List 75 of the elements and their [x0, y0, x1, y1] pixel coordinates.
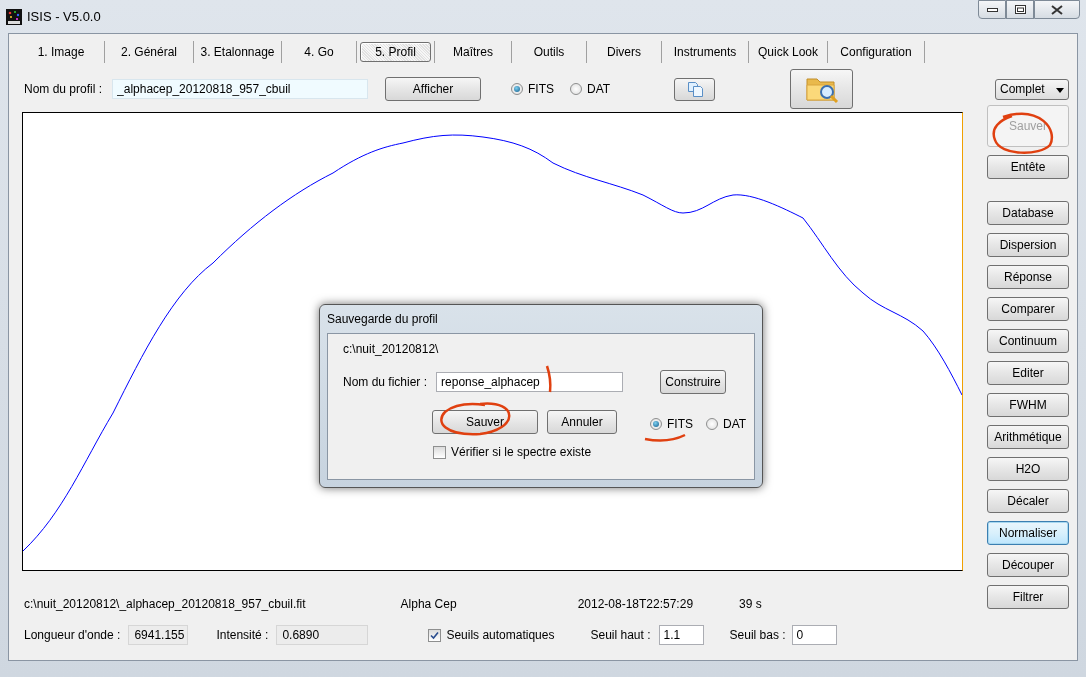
checkmark-icon — [430, 630, 440, 640]
side-button[interactable]: Editer — [987, 361, 1069, 385]
build-button[interactable]: Construire — [660, 370, 727, 394]
high-threshold-field[interactable]: 1.1 — [658, 625, 704, 645]
high-threshold-label: Seuil haut : — [590, 628, 651, 642]
dropdown-caret-icon — [1056, 88, 1064, 93]
tab[interactable]: 1. Image — [32, 41, 90, 62]
profile-name-label: Nom du profil : — [24, 82, 103, 96]
file-path-text: c:\nuit_20120812\_alphacep_20120818_957_cbuil.fit — [24, 597, 306, 611]
side-button[interactable]: Normaliser — [987, 521, 1069, 545]
minimize-icon — [986, 7, 998, 12]
app-logo-icon — [6, 8, 22, 25]
annotation-mark — [545, 365, 552, 393]
maximize-button[interactable] — [1006, 0, 1034, 19]
copy-button[interactable] — [674, 77, 716, 101]
file-name-field[interactable]: reponse_alphacep — [436, 372, 624, 392]
side-button[interactable]: H2O — [987, 457, 1069, 481]
tab[interactable]: Divers — [602, 41, 646, 62]
radio-button[interactable] — [706, 417, 718, 430]
file-name-label: Nom du fichier : — [343, 375, 428, 389]
tab[interactable]: 3. Etalonnage — [195, 41, 280, 62]
wavelength-label: Longueur d'onde : — [24, 628, 121, 642]
side-button[interactable]: Dispersion — [987, 233, 1069, 257]
object-name-text: Alpha Cep — [400, 597, 457, 611]
tab[interactable]: Configuration — [835, 41, 917, 62]
tab[interactable]: 5. Profil — [360, 41, 431, 62]
checkbox[interactable] — [428, 628, 442, 642]
documents-icon — [686, 81, 703, 97]
intensity-value: 0.6890 — [276, 625, 369, 645]
tab[interactable]: Maîtres — [448, 41, 498, 62]
intensity-label: Intensité : — [216, 628, 269, 642]
low-threshold-field[interactable]: 0 — [791, 625, 837, 645]
checkbox[interactable] — [433, 445, 446, 459]
tab[interactable]: 4. Go — [299, 41, 339, 62]
maximize-icon — [1014, 5, 1026, 14]
format-label: FITS — [667, 416, 693, 431]
tab[interactable]: Quick Look — [753, 41, 823, 62]
cancel-button[interactable]: Annuler — [547, 410, 617, 434]
auto-thresholds-label: Seuils automatiques — [446, 628, 555, 642]
wavelength-value: 6941.155 — [128, 625, 189, 645]
side-button[interactable]: Réponse — [987, 265, 1069, 289]
display-button[interactable]: Afficher — [385, 77, 482, 101]
exposure-text: 39 s — [739, 597, 762, 611]
dialog-title: Sauvegarde du profil — [327, 311, 439, 328]
side-button[interactable]: Entête — [987, 155, 1069, 179]
side-button[interactable]: Comparer — [987, 297, 1069, 321]
view-dropdown[interactable]: Complet — [995, 78, 1069, 100]
format-label: DAT — [723, 416, 747, 431]
format-label: FITS — [528, 82, 555, 96]
side-button[interactable]: Filtrer — [987, 585, 1069, 609]
side-button[interactable]: Database — [987, 201, 1069, 225]
format-label: DAT — [587, 82, 611, 96]
low-threshold-label: Seuil bas : — [729, 628, 786, 642]
verify-label: Vérifier si le spectre existe — [451, 445, 592, 459]
tab[interactable]: Instruments — [668, 41, 742, 62]
minimize-button[interactable] — [978, 0, 1006, 19]
tab[interactable]: Outils — [528, 41, 570, 62]
tab[interactable]: 2. Général — [115, 41, 182, 62]
profile-name-field[interactable]: _alphacep_20120818_957_cbuil — [112, 79, 369, 99]
radio-button[interactable] — [570, 83, 583, 95]
side-button[interactable]: Découper — [987, 553, 1069, 577]
radio-button[interactable] — [650, 417, 662, 430]
close-icon — [1051, 4, 1063, 15]
date-text: 2012-08-18T22:57:29 — [577, 597, 694, 611]
side-button[interactable]: Arithmétique — [987, 425, 1069, 449]
close-button[interactable] — [1034, 0, 1080, 19]
side-button[interactable]: FWHM — [987, 393, 1069, 417]
side-button[interactable]: Continuum — [987, 329, 1069, 353]
folder-path-text: c:\nuit_20120812\ — [343, 342, 439, 356]
annotation-underline — [644, 433, 686, 442]
side-button[interactable]: Décaler — [987, 489, 1069, 513]
browse-folder-button[interactable] — [790, 69, 854, 109]
save-button[interactable]: Sauver — [432, 410, 538, 434]
radio-button[interactable] — [511, 83, 524, 95]
window-title: ISIS - V5.0.0 — [27, 9, 101, 24]
